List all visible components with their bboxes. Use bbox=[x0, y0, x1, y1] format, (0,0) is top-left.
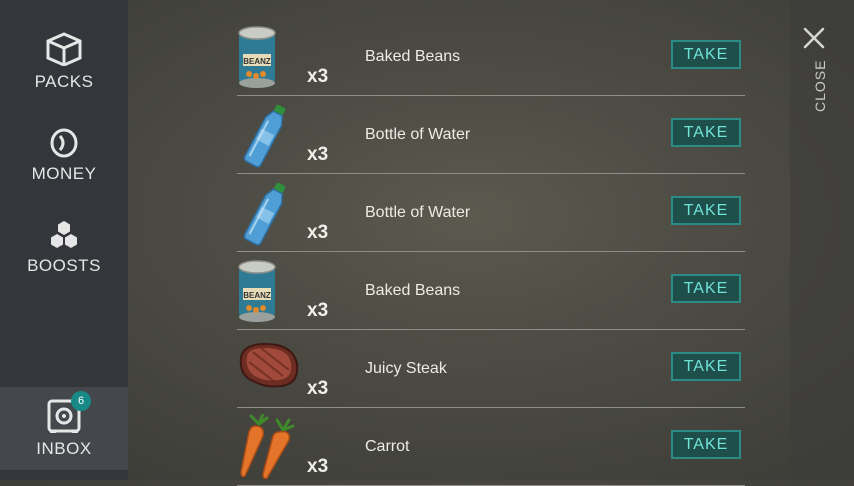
list-item: x3 Juicy Steak TAKE bbox=[237, 330, 745, 408]
sidebar-item-label: BOOSTS bbox=[27, 256, 101, 275]
inbox-count-badge: 6 bbox=[71, 391, 91, 411]
close-label: CLOSE bbox=[812, 59, 828, 112]
sidebar-item-label: INBOX bbox=[36, 439, 92, 458]
item-name: Bottle of Water bbox=[365, 126, 471, 143]
item-quantity: x3 bbox=[307, 144, 329, 165]
sidebar-item-money[interactable]: MONEY bbox=[0, 112, 128, 202]
item-name: Carrot bbox=[365, 438, 410, 455]
take-button[interactable]: TAKE bbox=[671, 274, 741, 303]
water-bottle-icon bbox=[237, 180, 299, 246]
take-button[interactable]: TAKE bbox=[671, 118, 741, 147]
steak-icon bbox=[237, 336, 299, 402]
svg-text:BEANZ: BEANZ bbox=[243, 57, 271, 66]
close-x-icon bbox=[803, 27, 825, 49]
list-item: BEANZ x3 Baked Beans TAKE bbox=[237, 18, 745, 96]
take-button[interactable]: TAKE bbox=[671, 352, 741, 381]
item-name: Baked Beans bbox=[365, 282, 461, 299]
item-quantity: x3 bbox=[307, 378, 329, 399]
box-icon bbox=[46, 20, 82, 66]
item-quantity: x3 bbox=[307, 66, 329, 87]
sidebar-item-boosts[interactable]: BOOSTS bbox=[0, 204, 128, 294]
item-name: Juicy Steak bbox=[365, 360, 447, 377]
list-item: x3 Bottle of Water TAKE bbox=[237, 174, 745, 252]
close-button[interactable]: CLOSE bbox=[803, 22, 838, 122]
close-panel: CLOSE bbox=[790, 0, 854, 480]
item-quantity: x3 bbox=[307, 456, 329, 477]
take-button[interactable]: TAKE bbox=[671, 196, 741, 225]
inbox-item-list: BEANZ x3 Baked Beans TAKE x3 Bottle of W… bbox=[237, 18, 745, 486]
carrot-icon bbox=[237, 412, 299, 480]
list-item: x3 Carrot TAKE bbox=[237, 408, 745, 486]
svg-text:BEANZ: BEANZ bbox=[243, 291, 271, 300]
item-name: Bottle of Water bbox=[365, 204, 471, 221]
list-item: BEANZ x3 Baked Beans TAKE bbox=[237, 252, 745, 330]
item-quantity: x3 bbox=[307, 222, 329, 243]
baked-beans-can-icon: BEANZ bbox=[237, 24, 299, 90]
baked-beans-can-icon: BEANZ bbox=[237, 258, 299, 324]
sidebar-item-label: MONEY bbox=[31, 164, 97, 183]
coin-icon bbox=[50, 112, 78, 158]
inbox-safe-icon: 6 bbox=[47, 391, 91, 433]
take-button[interactable]: TAKE bbox=[671, 430, 741, 459]
water-bottle-icon bbox=[237, 102, 299, 168]
item-quantity: x3 bbox=[307, 300, 329, 321]
take-button[interactable]: TAKE bbox=[671, 40, 741, 69]
sidebar-item-inbox[interactable]: 6 INBOX bbox=[0, 387, 128, 470]
hexagons-icon bbox=[49, 204, 79, 250]
sidebar-item-packs[interactable]: PACKS bbox=[0, 20, 128, 110]
sidebar-item-label: PACKS bbox=[34, 72, 94, 91]
sidebar: PACKS MONEY BOOSTS 6 INBOX bbox=[0, 0, 128, 480]
list-item: x3 Bottle of Water TAKE bbox=[237, 96, 745, 174]
item-name: Baked Beans bbox=[365, 48, 461, 65]
